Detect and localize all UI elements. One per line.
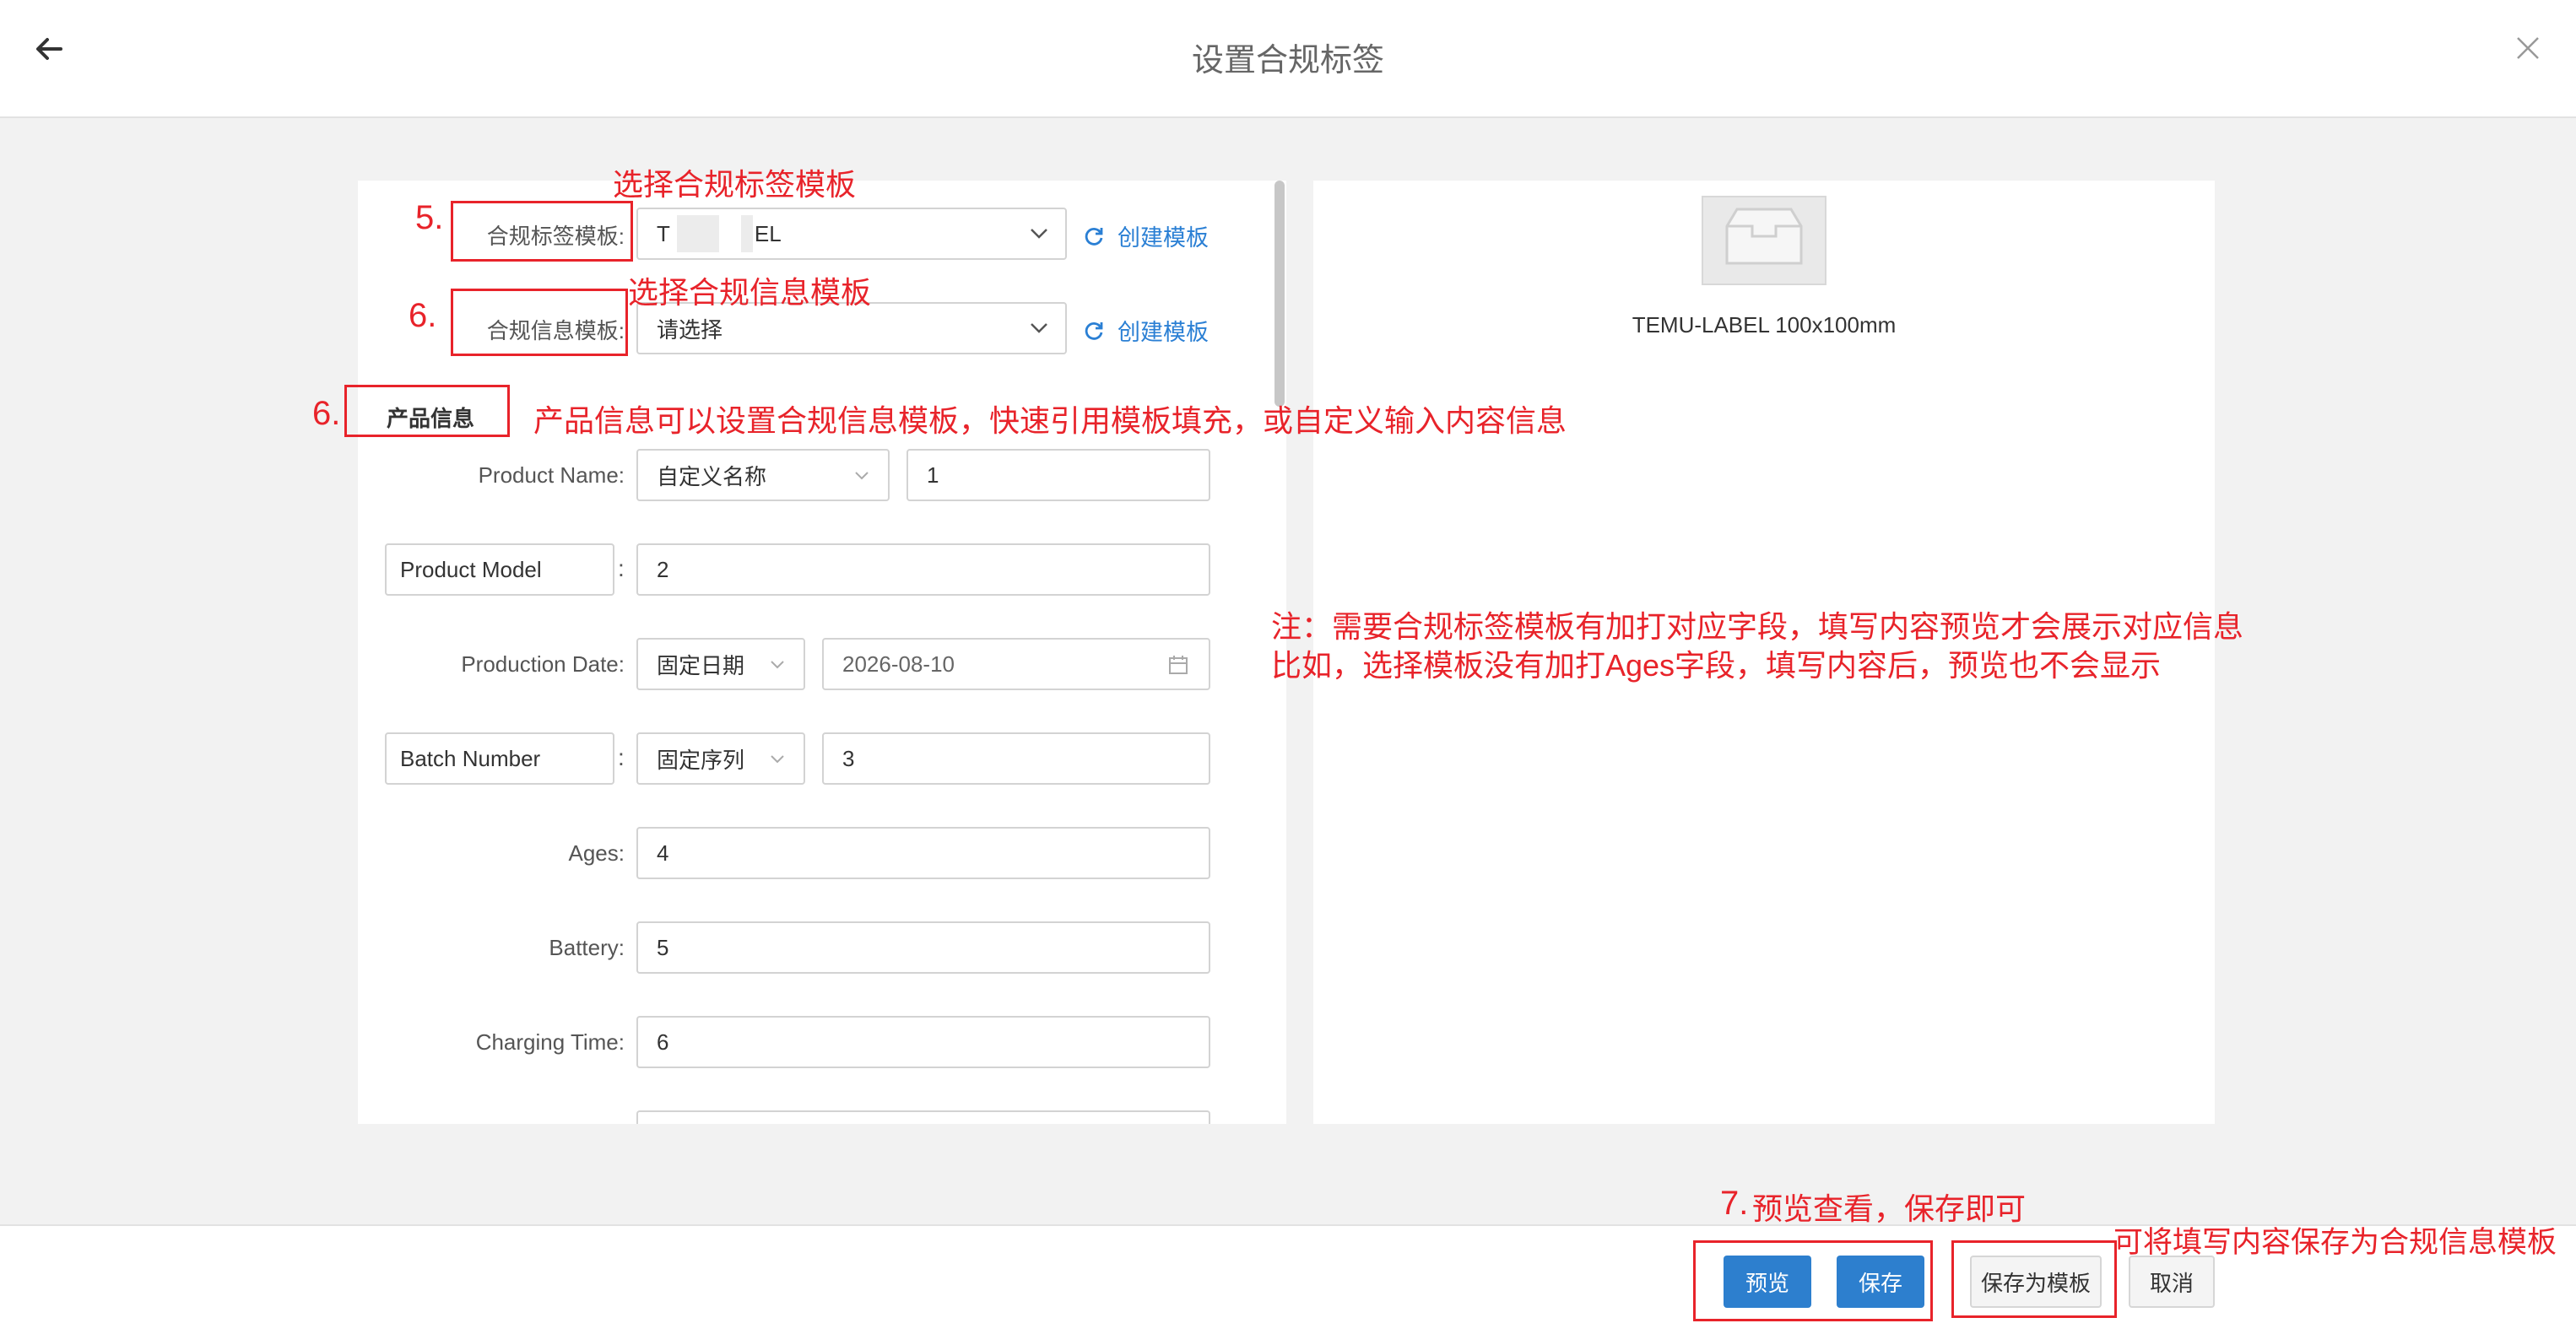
annotation-box-preview-save xyxy=(1693,1240,1933,1321)
product-name-type-select[interactable]: 自定义名称 xyxy=(636,449,890,501)
annotation-select-label-template: 选择合规标签模板 xyxy=(613,167,857,202)
production-date-type: 固定日期 xyxy=(657,652,745,678)
chevron-down-icon xyxy=(1031,229,1047,239)
preview-caption: TEMU-LABEL 100x100mm xyxy=(1632,312,1897,338)
charging-time-input[interactable]: 6 xyxy=(636,1016,1210,1068)
product-name-label: Product Name: xyxy=(478,462,625,488)
annotation-save-as-template: 可将填写内容保存为合规信息模板 xyxy=(2113,1226,2557,1259)
batch-number-key: Batch Number xyxy=(400,745,541,771)
colon: : xyxy=(618,555,625,581)
charging-time-label: Charging Time: xyxy=(475,1029,625,1055)
production-date-value: 2026-08-10 xyxy=(842,651,955,677)
annotation-step-number: 7. xyxy=(1720,1185,1749,1222)
battery-input[interactable]: 5 xyxy=(636,921,1210,974)
chevron-down-icon xyxy=(1031,323,1047,333)
annotation-note-line2: 比如，选择模板没有加打Ages字段，填写内容后，预览也不会显示 xyxy=(1271,648,2162,683)
info-template-placeholder: 请选择 xyxy=(657,316,723,343)
refresh-icon xyxy=(1085,227,1103,246)
batch-number-type-select[interactable]: 固定序列 xyxy=(636,732,805,785)
product-name-type: 自定义名称 xyxy=(657,463,767,489)
production-date-label: Production Date: xyxy=(461,651,625,677)
template-value-suffix: EL xyxy=(754,220,782,246)
redacted-block xyxy=(740,215,753,252)
cancel-button[interactable]: 取消 xyxy=(2129,1256,2215,1308)
batch-number-value: 3 xyxy=(842,745,855,771)
annotation-step-number: 5. xyxy=(415,199,444,236)
template-value-prefix: T xyxy=(657,220,670,246)
annotation-note-line1: 注：需要合规标签模板有加打对应字段，填写内容预览才会展示对应信息 xyxy=(1271,609,2244,644)
calendar-icon xyxy=(1169,656,1188,674)
empty-tray-icon xyxy=(1725,208,1803,265)
ages-input[interactable]: 4 xyxy=(636,827,1210,879)
dialog-header: 设置合规标签 xyxy=(0,0,2576,118)
label-preview-image xyxy=(1702,196,1826,285)
form-scrollbar[interactable] xyxy=(1274,181,1285,407)
product-name-value: 1 xyxy=(927,462,939,488)
annotation-box-info-template xyxy=(451,289,628,356)
close-icon[interactable] xyxy=(2514,34,2542,62)
colon: : xyxy=(618,744,625,770)
charging-time-value: 6 xyxy=(657,1029,669,1055)
batch-number-input[interactable]: 3 xyxy=(822,732,1210,785)
chevron-down-icon xyxy=(855,472,869,480)
ages-value: 4 xyxy=(657,840,669,866)
next-field-input[interactable] xyxy=(636,1110,1210,1124)
annotation-preview-save: 预览查看，保存即可 xyxy=(1752,1191,2027,1226)
annotation-box-label-template xyxy=(451,201,633,262)
create-info-template-link[interactable]: 创建模板 xyxy=(1084,314,1209,347)
battery-value: 5 xyxy=(657,934,669,960)
chevron-down-icon xyxy=(771,755,784,764)
annotation-step-number: 6. xyxy=(312,395,341,432)
ages-label: Ages: xyxy=(568,840,625,866)
product-model-key: Product Model xyxy=(400,556,542,582)
battery-label: Battery: xyxy=(549,935,625,960)
product-model-input[interactable]: 2 xyxy=(636,543,1210,596)
production-date-type-select[interactable]: 固定日期 xyxy=(636,638,805,690)
batch-number-key-input[interactable]: Batch Number xyxy=(385,732,614,785)
chevron-down-icon xyxy=(771,661,784,669)
create-template-label: 创建模板 xyxy=(1118,320,1209,345)
create-label-template-link[interactable]: 创建模板 xyxy=(1084,219,1209,252)
annotation-box-product-info xyxy=(344,385,510,437)
product-model-value: 2 xyxy=(657,556,669,582)
annotation-select-info-template: 选择合规信息模板 xyxy=(628,275,872,310)
annotation-step-number: 6. xyxy=(409,297,437,334)
annotation-box-save-as-template xyxy=(1951,1240,2117,1318)
batch-number-type: 固定序列 xyxy=(657,747,745,773)
redacted-block xyxy=(676,215,719,252)
production-date-picker[interactable]: 2026-08-10 xyxy=(822,638,1210,690)
dialog-title: 设置合规标签 xyxy=(1191,43,1384,78)
product-model-key-input[interactable]: Product Model xyxy=(385,543,614,596)
create-template-label: 创建模板 xyxy=(1118,225,1209,251)
annotation-product-info: 产品信息可以设置合规信息模板，快速引用模板填充，或自定义输入内容信息 xyxy=(533,403,1567,438)
label-template-select[interactable]: T EL xyxy=(636,208,1067,260)
product-name-input[interactable]: 1 xyxy=(906,449,1210,501)
refresh-icon xyxy=(1085,321,1103,340)
